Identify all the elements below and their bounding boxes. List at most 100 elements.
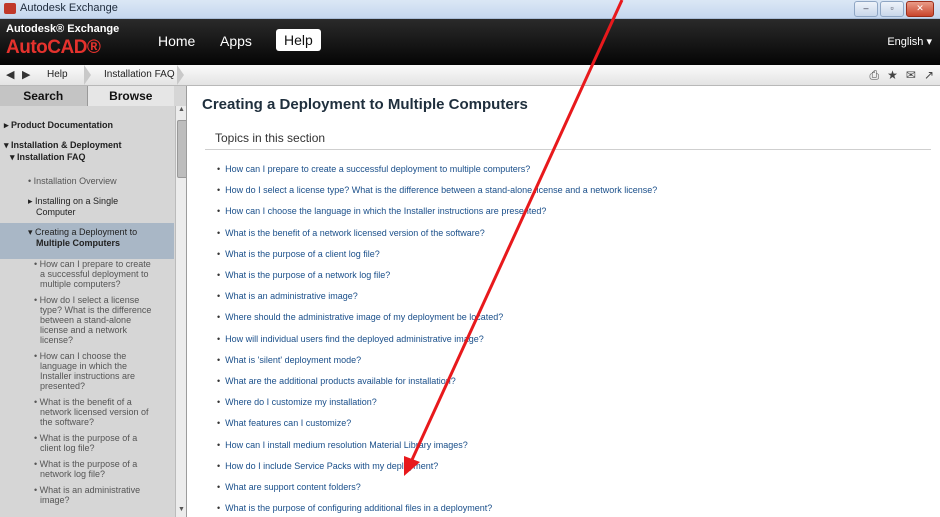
topic-link[interactable]: • How do I select a license type? What is… bbox=[217, 185, 657, 195]
expand-icon[interactable]: ↗ bbox=[924, 68, 934, 83]
content-pane: Creating a Deployment to Multiple Comput… bbox=[187, 86, 940, 517]
tree-item[interactable]: • What is the purpose of a bbox=[34, 433, 137, 443]
tree-item-cont[interactable]: multiple computers? bbox=[40, 279, 121, 289]
language-selector[interactable]: English ▾ bbox=[887, 35, 932, 48]
tree-item-cont[interactable]: client log file? bbox=[40, 443, 95, 453]
tree-item[interactable]: • How can I choose the bbox=[34, 351, 126, 361]
topic-link[interactable]: • How can I prepare to create a successfu… bbox=[217, 164, 530, 174]
topic-link[interactable]: • What is 'silent' deployment mode? bbox=[217, 355, 361, 365]
tree-item-cont[interactable]: license and a network bbox=[40, 325, 127, 335]
tab-search[interactable]: Search bbox=[0, 86, 88, 106]
bullet-icon: • bbox=[217, 376, 221, 386]
page-title: Creating a Deployment to Multiple Comput… bbox=[202, 96, 528, 113]
topic-link[interactable]: • How will individual users find the depl… bbox=[217, 334, 484, 344]
window-controls: – ▫ ✕ bbox=[854, 1, 934, 17]
topic-link[interactable]: • What are the additional products availa… bbox=[217, 376, 456, 386]
bullet-icon: • bbox=[217, 439, 221, 450]
topic-link-text[interactable]: What is an administrative image? bbox=[225, 291, 358, 301]
topic-link-text[interactable]: What are the additional products availab… bbox=[225, 376, 456, 386]
bullet-icon: • bbox=[217, 185, 221, 196]
tree-item[interactable]: ▸ Product Documentation bbox=[4, 120, 113, 130]
print-icon[interactable]: ⎙ bbox=[870, 68, 880, 83]
tree-item[interactable]: • What is an administrative bbox=[34, 485, 140, 495]
tree-item-cont[interactable]: license? bbox=[40, 335, 73, 345]
tree-item-cont[interactable]: presented? bbox=[40, 381, 85, 391]
tree-item[interactable]: • How do I select a license bbox=[34, 295, 139, 305]
email-icon[interactable]: ✉ bbox=[906, 68, 916, 83]
favorite-star-icon[interactable]: ★ bbox=[887, 68, 898, 83]
topic-link[interactable]: • What is the purpose of configuring addi… bbox=[217, 503, 492, 513]
topic-link[interactable]: • What features can I customize? bbox=[217, 418, 351, 428]
nav-home[interactable]: Home bbox=[158, 33, 195, 49]
tree-item[interactable]: • Installation Overview bbox=[28, 176, 117, 186]
bullet-icon: • bbox=[217, 248, 221, 259]
topic-link-text[interactable]: What are support content folders? bbox=[225, 482, 361, 492]
breadcrumb-help[interactable]: Help bbox=[47, 69, 68, 80]
nav-apps[interactable]: Apps bbox=[220, 33, 252, 49]
tree-item[interactable]: ▸ Installing on a Single bbox=[28, 196, 118, 206]
tree-item-cont[interactable]: network log file? bbox=[40, 469, 105, 479]
sidebar-tabs: Search Browse bbox=[0, 86, 174, 106]
topic-link[interactable]: • What is the purpose of a client log fil… bbox=[217, 249, 380, 259]
topic-link-text[interactable]: What is the purpose of a client log file… bbox=[225, 249, 380, 259]
tree-item-cont[interactable]: language in which the bbox=[40, 361, 127, 371]
topic-link-text[interactable]: How can I install medium resolution Mate… bbox=[225, 440, 468, 450]
scroll-thumb[interactable] bbox=[177, 120, 186, 178]
topic-link-text[interactable]: Where do I customize my installation? bbox=[225, 397, 377, 407]
tab-browse[interactable]: Browse bbox=[87, 86, 174, 106]
window-title: Autodesk Exchange bbox=[20, 2, 118, 14]
minimize-button[interactable]: – bbox=[854, 1, 878, 17]
topic-link-text[interactable]: How do I select a license type? What is … bbox=[225, 185, 657, 195]
back-arrow-icon[interactable]: ◀ bbox=[6, 68, 14, 81]
topic-link[interactable]: • How do I include Service Packs with my … bbox=[217, 461, 438, 471]
topic-link[interactable]: • What is an administrative image? bbox=[217, 291, 358, 301]
tree-item[interactable]: ▾ Installation FAQ bbox=[10, 152, 86, 162]
tree-item-selected[interactable]: ▾ Creating a Deployment to bbox=[28, 227, 137, 237]
topic-link-text[interactable]: What is the purpose of configuring addit… bbox=[225, 503, 492, 513]
forward-arrow-icon[interactable]: ▶ bbox=[22, 68, 30, 81]
tree-item[interactable]: • What is the benefit of a bbox=[34, 397, 132, 407]
tree-item-cont[interactable]: Computer bbox=[36, 207, 76, 217]
tree-item-cont[interactable]: image? bbox=[40, 495, 70, 505]
nav-help[interactable]: Help bbox=[276, 29, 321, 51]
tree-item-cont[interactable]: the software? bbox=[40, 417, 94, 427]
topic-link-text[interactable]: What features can I customize? bbox=[225, 418, 351, 428]
tree-item[interactable]: • What is the purpose of a bbox=[34, 459, 137, 469]
topic-link-text[interactable]: What is 'silent' deployment mode? bbox=[225, 355, 361, 365]
bullet-icon: • bbox=[217, 164, 221, 174]
topic-link-text[interactable]: What is the purpose of a network log fil… bbox=[225, 270, 390, 280]
close-button[interactable]: ✕ bbox=[906, 1, 934, 17]
tree-item-cont[interactable]: network licensed version of bbox=[40, 407, 149, 417]
breadcrumb-separator-icon bbox=[84, 65, 91, 85]
topic-link-text[interactable]: What is the benefit of a network license… bbox=[225, 228, 485, 238]
scroll-down-icon[interactable]: ▼ bbox=[176, 506, 186, 517]
tree-item-cont[interactable]: between a stand-alone bbox=[40, 315, 131, 325]
topic-link-text[interactable]: Where should the administrative image of… bbox=[225, 312, 503, 322]
sidebar-scrollbar[interactable]: ▲ ▼ bbox=[175, 106, 186, 517]
topic-link-text[interactable]: How can I choose the language in which t… bbox=[225, 206, 546, 216]
topic-link[interactable]: • Where do I customize my installation? bbox=[217, 397, 377, 407]
topic-link[interactable]: • What is the benefit of a network licens… bbox=[217, 228, 485, 238]
topic-link[interactable]: • Where should the administrative image o… bbox=[217, 312, 503, 322]
topic-link-text[interactable]: How will individual users find the deplo… bbox=[225, 334, 484, 344]
sidebar: Search Browse ▸ Product Documentation ▾ … bbox=[0, 86, 187, 517]
tree-item-cont[interactable]: a successful deployment to bbox=[40, 269, 149, 279]
bullet-icon: • bbox=[217, 397, 221, 408]
tree-item-cont[interactable]: Multiple Computers bbox=[36, 238, 120, 248]
topic-link-text[interactable]: How do I include Service Packs with my d… bbox=[225, 461, 438, 471]
scroll-up-icon[interactable]: ▲ bbox=[176, 106, 186, 117]
maximize-button[interactable]: ▫ bbox=[880, 1, 904, 17]
bullet-icon: • bbox=[217, 482, 221, 492]
topic-link[interactable]: • What is the purpose of a network log fi… bbox=[217, 270, 390, 280]
brand-exchange: Autodesk® Exchange bbox=[6, 23, 120, 35]
topic-link[interactable]: • How can I choose the language in which … bbox=[217, 206, 546, 216]
topic-link[interactable]: • How can I install medium resolution Mat… bbox=[217, 440, 468, 450]
breadcrumb-installation-faq[interactable]: Installation FAQ bbox=[104, 69, 175, 80]
tree-item[interactable]: ▾ Installation & Deployment bbox=[4, 140, 122, 150]
tree-item-cont[interactable]: type? What is the difference bbox=[40, 305, 151, 315]
topic-link[interactable]: • What are support content folders? bbox=[217, 482, 361, 492]
tree-item[interactable]: • How can I prepare to create bbox=[34, 259, 151, 269]
tree-item-cont[interactable]: Installer instructions are bbox=[40, 371, 135, 381]
bullet-icon: • bbox=[217, 206, 221, 217]
topic-link-text[interactable]: How can I prepare to create a successful… bbox=[225, 164, 530, 174]
